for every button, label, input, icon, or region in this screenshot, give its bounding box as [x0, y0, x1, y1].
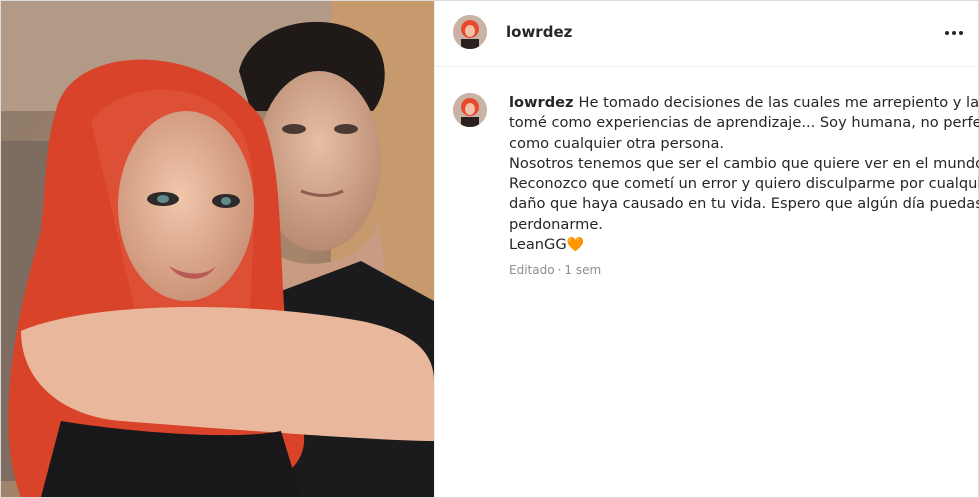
caption-line: LeanGG🧡	[509, 235, 971, 255]
edited-label: Editado	[509, 263, 555, 277]
dot	[959, 31, 963, 35]
caption-line-text: He tomado decisiones de las cuales me ar…	[578, 94, 979, 111]
caption-line: perdonarme.	[509, 215, 603, 233]
caption-username[interactable]: lowrdez	[509, 94, 574, 111]
caption-text: lowrdez He tomado decisiones de las cuale…	[509, 93, 979, 255]
caption-line: daño que haya causado en tu vida. Espero…	[509, 195, 979, 213]
caption-meta: Editado · 1 sem	[509, 263, 601, 277]
avatar[interactable]	[453, 15, 487, 49]
instagram-post: lowrdez lowrdez He tomado decisiones de l…	[0, 0, 979, 498]
dot	[945, 31, 949, 35]
caption-line: tomé como experiencias de aprendizaje...…	[509, 114, 979, 132]
more-options-icon[interactable]	[942, 21, 966, 45]
post-details-panel: lowrdez lowrdez He tomado decisiones de l…	[434, 1, 979, 497]
caption-line: Nosotros tenemos que ser el cambio que q…	[509, 154, 979, 172]
meta-separator: ·	[557, 263, 562, 277]
caption-line: como cualquier otra persona.	[509, 134, 725, 152]
dot	[952, 31, 956, 35]
orange-heart-icon: 🧡	[566, 237, 585, 254]
avatar[interactable]	[453, 93, 487, 127]
post-header: lowrdez	[435, 1, 978, 67]
post-photo[interactable]	[1, 1, 434, 497]
header-username[interactable]: lowrdez	[506, 23, 572, 41]
caption-line: lowrdez He tomado decisiones de las cuale…	[509, 93, 979, 113]
caption-signature: LeanGG	[509, 236, 567, 254]
caption-line: Reconozco que cometí un error y quiero d…	[509, 175, 979, 193]
timestamp[interactable]: 1 sem	[564, 263, 601, 277]
